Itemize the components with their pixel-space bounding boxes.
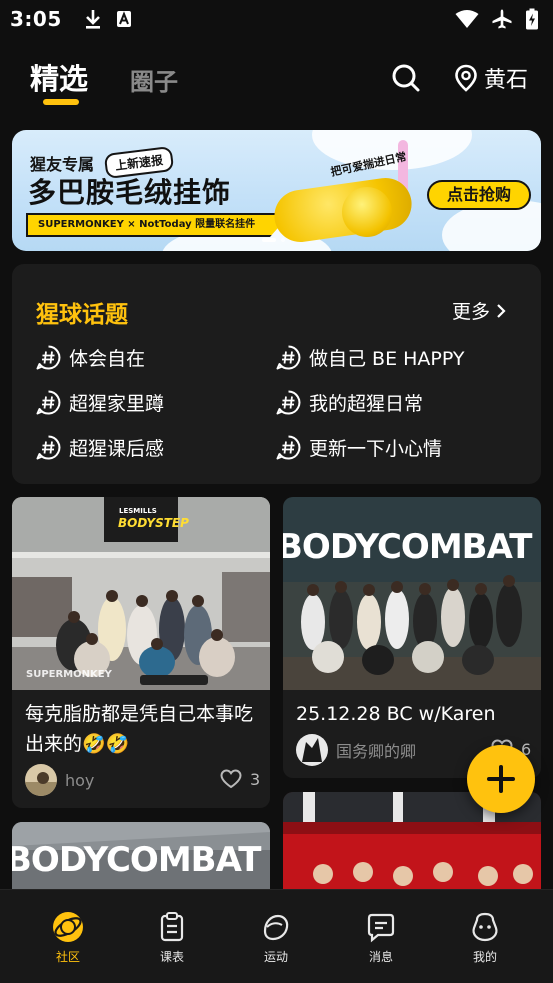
location-label: 黄石 xyxy=(484,68,529,93)
download-icon xyxy=(85,10,100,29)
post-photo: LESMILLS BODYSTEP SUPERMONKEY xyxy=(12,497,270,690)
topic-label: 超猩课后感 xyxy=(69,438,165,460)
avatar xyxy=(296,734,328,766)
nav-workout[interactable]: 运动 xyxy=(241,910,311,965)
topics-more-label: 更多 xyxy=(452,301,491,323)
topic-item[interactable]: 超猩课后感 xyxy=(36,434,164,461)
post-photo-text: BODYCOMBAT xyxy=(283,527,532,567)
location-pin-icon xyxy=(455,64,477,92)
page-dot-active xyxy=(262,238,276,242)
nav-schedule[interactable]: 课表 xyxy=(137,910,207,965)
post-author[interactable]: hoy xyxy=(25,764,94,796)
tab-featured[interactable]: 精选 xyxy=(30,56,88,98)
nav-community[interactable]: 社区 xyxy=(33,910,103,965)
tab-circles[interactable]: 圈子 xyxy=(130,62,178,97)
banner-title: 多巴胺毛绒挂饰 xyxy=(28,176,232,209)
topics-more-link[interactable]: 更多 xyxy=(452,297,506,324)
banner-page-dots xyxy=(262,238,285,242)
topic-label: 我的超猩日常 xyxy=(309,393,424,415)
profile-icon xyxy=(472,912,498,942)
active-tab-indicator xyxy=(43,99,79,105)
post-card[interactable]: BODYCOMBAT 25.12.28 BC w/Karen 国务卿的卿 6 xyxy=(283,497,541,778)
like-count: 3 xyxy=(250,769,261,789)
bottom-nav: 社区 课表 运动 消息 我的 xyxy=(0,889,553,983)
topic-item[interactable]: 做自己 BE HAPPY xyxy=(276,344,465,371)
location-selector[interactable]: 黄石 xyxy=(454,62,528,94)
topic-label: 超猩家里蹲 xyxy=(69,393,165,415)
post-photo-brand: SUPERMONKEY xyxy=(26,669,112,680)
topic-label: 做自己 BE HAPPY xyxy=(309,348,465,370)
plus-icon xyxy=(487,765,515,793)
heart-icon xyxy=(220,769,242,789)
topics-card: 猩球话题 更多 体会自在 做自己 BE HAPPY 超猩家里蹲 我的超猩日常 超… xyxy=(12,264,541,484)
avatar xyxy=(25,764,57,796)
workout-icon xyxy=(263,914,289,941)
status-time: 3:05 xyxy=(10,7,62,31)
post-photo: BODYCOMBAT xyxy=(283,497,541,690)
post-card[interactable]: LESMILLS BODYSTEP SUPERMONKEY 每克脂肪都是凭自己本… xyxy=(12,497,270,808)
hashtag-icon xyxy=(36,345,61,370)
topic-label: 更新一下小心情 xyxy=(309,438,443,460)
post-photo-logo: LESMILLS xyxy=(119,507,157,515)
like-button[interactable]: 3 xyxy=(220,769,260,789)
post-photo-text: BODYSTEP xyxy=(118,516,189,530)
status-bar: 3:05 xyxy=(0,0,553,38)
topic-item[interactable]: 体会自在 xyxy=(36,344,145,371)
topics-title: 猩球话题 xyxy=(36,302,128,328)
banner-product-image xyxy=(342,187,392,237)
nav-label: 社区 xyxy=(55,950,80,964)
post-title: 每克脂肪都是凭自己本事吃出来的🤣🤣 xyxy=(25,703,254,755)
message-icon xyxy=(367,913,395,943)
hashtag-icon xyxy=(36,390,61,415)
promo-banner[interactable]: 猩友专属 上新速报 多巴胺毛绒挂饰 SUPERMONKEY × NotToday… xyxy=(12,130,541,251)
banner-buy-button[interactable]: 点击抢购 xyxy=(427,180,531,210)
topic-item[interactable]: 更新一下小心情 xyxy=(276,434,442,461)
nav-label: 课表 xyxy=(159,950,184,964)
nav-label: 运动 xyxy=(263,950,288,964)
topic-label: 体会自在 xyxy=(69,348,146,370)
search-icon xyxy=(392,64,420,92)
author-name: 国务卿的卿 xyxy=(336,742,417,761)
nav-messages[interactable]: 消息 xyxy=(346,910,416,965)
post-photo-text: BODYCOMBAT xyxy=(12,840,261,880)
banner-collab-strip: SUPERMONKEY × NotToday 限量联名挂件 xyxy=(26,213,292,237)
topic-item[interactable]: 超猩家里蹲 xyxy=(36,389,164,416)
hashtag-icon xyxy=(276,390,301,415)
nav-label: 我的 xyxy=(472,950,497,964)
hashtag-icon xyxy=(276,435,301,460)
page-dot xyxy=(281,238,285,242)
airplane-mode-icon xyxy=(492,9,512,29)
community-icon xyxy=(53,912,83,942)
nav-label: 消息 xyxy=(368,950,393,964)
topic-item[interactable]: 我的超猩日常 xyxy=(276,389,423,416)
chevron-right-icon xyxy=(497,303,506,318)
top-header: 精选 圈子 黄石 xyxy=(0,50,553,112)
author-name: hoy xyxy=(65,770,95,790)
hashtag-icon xyxy=(36,435,61,460)
nav-profile[interactable]: 我的 xyxy=(450,910,520,965)
wifi-icon xyxy=(455,10,479,28)
post-author[interactable]: 国务卿的卿 xyxy=(296,734,416,766)
battery-icon xyxy=(526,8,538,30)
text-box-icon xyxy=(116,11,131,27)
create-post-button[interactable] xyxy=(467,745,535,813)
hashtag-icon xyxy=(276,345,301,370)
clipboard-icon xyxy=(160,912,184,942)
post-title: 25.12.28 BC w/Karen xyxy=(296,703,496,725)
search-button[interactable] xyxy=(390,62,422,94)
